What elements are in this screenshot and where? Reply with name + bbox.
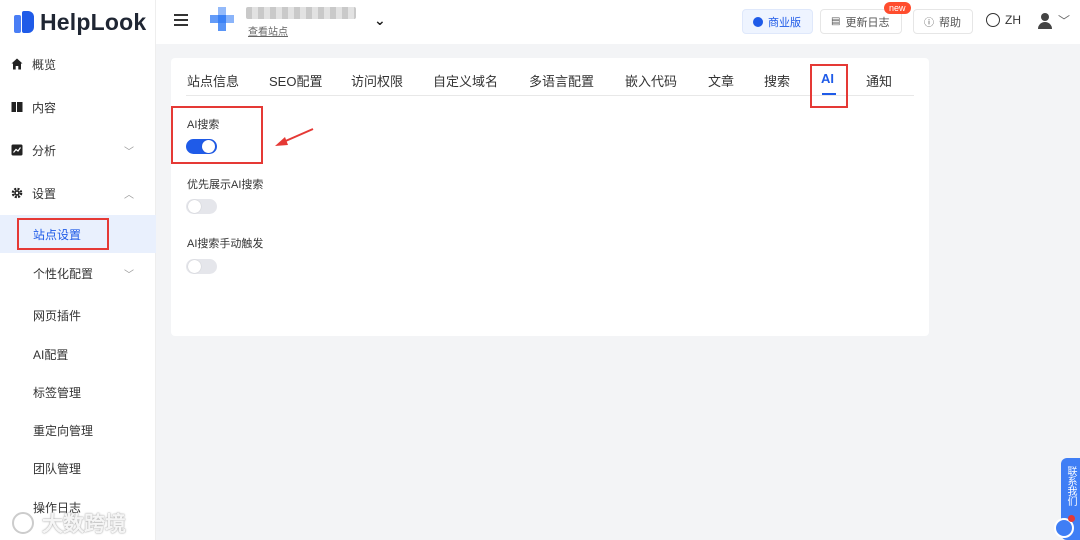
highlight-box-site-settings: [17, 218, 109, 250]
sidebar-subitem-ai-config[interactable]: AI配置: [0, 335, 156, 373]
sidebar-subitem-web-plugin[interactable]: 网页插件: [0, 296, 156, 334]
user-menu[interactable]: ﹀: [1038, 12, 1070, 29]
sidebar-item-label: 分析: [32, 143, 57, 158]
tab-access[interactable]: 访问权限: [351, 71, 403, 90]
menu-toggle-icon[interactable]: [174, 14, 188, 28]
tab-custom-domain[interactable]: 自定义域名: [433, 71, 498, 90]
help-label: 帮助: [939, 16, 961, 29]
sidebar-item-overview[interactable]: 概览: [0, 45, 156, 83]
watermark: 大数跨境: [12, 508, 126, 538]
chevron-up-icon: ︿: [124, 189, 134, 201]
highlight-box-ai-tab: [810, 64, 848, 108]
chart-icon: [11, 144, 23, 156]
watermark-text: 大数跨境: [42, 513, 126, 536]
tab-notifications[interactable]: 通知: [866, 71, 892, 90]
top-header: 查看站点 ⌄ 商业版 ▤ 更新日志 new ⓘ 帮助 ZH ﹀: [156, 0, 1080, 44]
tab-articles[interactable]: 文章: [708, 71, 734, 90]
language-label: ZH: [1005, 13, 1021, 27]
sidebar-subitem-label: 网页插件: [33, 308, 82, 323]
helplook-logo-icon: [14, 11, 34, 33]
chevron-down-icon: ﹀: [124, 269, 134, 281]
user-avatar-icon: [1038, 12, 1052, 29]
changelog-label: 更新日志: [845, 16, 890, 29]
globe-icon: [986, 13, 1000, 27]
toggle-knob: [188, 200, 201, 213]
check-badge-icon: [753, 16, 763, 27]
sidebar-subitem-label: AI配置: [33, 347, 69, 362]
watermark-logo-icon: [12, 512, 34, 534]
site-logo-icon: [210, 7, 234, 31]
tab-seo[interactable]: SEO配置: [269, 71, 322, 90]
sidebar-item-label: 内容: [32, 100, 57, 115]
red-arrow-icon: [275, 128, 314, 146]
setting-label-prioritize-ai-search: 优先展示AI搜索: [187, 179, 264, 191]
sidebar-subitem-label: 重定向管理: [33, 423, 94, 438]
book-icon: [11, 102, 23, 112]
notification-dot: [1068, 515, 1075, 522]
contact-us-label: 联系我们: [1065, 466, 1076, 506]
tab-search[interactable]: 搜索: [764, 71, 790, 90]
toggle-knob: [188, 260, 201, 273]
sidebar-item-label: 概览: [32, 57, 57, 72]
sidebar-subitem-personalization[interactable]: 个性化配置 ﹀: [0, 254, 156, 292]
gear-icon: [11, 187, 23, 199]
brand-name: HelpLook: [40, 8, 147, 35]
sidebar-subitem-label: 团队管理: [33, 461, 82, 476]
sidebar-subitem-redirect-management[interactable]: 重定向管理: [0, 411, 156, 449]
highlight-box-ai-search-toggle: [171, 106, 263, 164]
sidebar-subitem-label: 个性化配置: [33, 266, 94, 281]
chevron-down-icon: ﹀: [1058, 14, 1071, 28]
tab-multilang[interactable]: 多语言配置: [529, 71, 594, 90]
brand-logo[interactable]: HelpLook: [0, 0, 155, 44]
chevron-down-icon: ﹀: [124, 146, 134, 158]
home-icon: [11, 58, 23, 70]
site-switcher-chevron-icon[interactable]: ⌄: [374, 12, 386, 29]
setting-label-ai-search-manual-trigger: AI搜索手动触发: [187, 238, 264, 250]
new-badge: new: [884, 2, 911, 14]
settings-card: 站点信息 SEO配置 访问权限 自定义域名 多语言配置 嵌入代码 文章 搜索 A…: [171, 58, 929, 336]
toggle-ai-search-manual-trigger[interactable]: [186, 259, 217, 274]
language-switcher[interactable]: ZH: [986, 13, 1021, 27]
business-plan-label: 商业版: [768, 16, 801, 29]
sidebar-subitem-label: 标签管理: [33, 385, 82, 400]
sidebar-subitem-tag-management[interactable]: 标签管理: [0, 373, 156, 411]
sidebar-item-content[interactable]: 内容: [0, 88, 156, 126]
view-site-link[interactable]: 查看站点: [248, 23, 288, 38]
site-name-redacted: [246, 7, 356, 19]
business-plan-button[interactable]: 商业版: [742, 9, 813, 34]
sidebar: HelpLook 概览 内容 分析 ﹀ 设置 ︿ 站点设置 个性化配置 ﹀ 网页…: [0, 0, 156, 540]
toggle-prioritize-ai-search[interactable]: [186, 199, 217, 214]
sidebar-subitem-team-management[interactable]: 团队管理: [0, 449, 156, 487]
tabs-divider: [186, 95, 914, 96]
sidebar-item-settings[interactable]: 设置 ︿: [0, 174, 156, 212]
tab-site-info[interactable]: 站点信息: [187, 71, 239, 90]
help-icon: ⓘ: [924, 18, 934, 29]
document-icon: ▤: [831, 16, 841, 27]
tab-embed-code[interactable]: 嵌入代码: [625, 71, 677, 90]
help-button[interactable]: ⓘ 帮助: [913, 9, 973, 34]
sidebar-item-label: 设置: [32, 186, 57, 201]
sidebar-item-analytics[interactable]: 分析 ﹀: [0, 131, 156, 169]
